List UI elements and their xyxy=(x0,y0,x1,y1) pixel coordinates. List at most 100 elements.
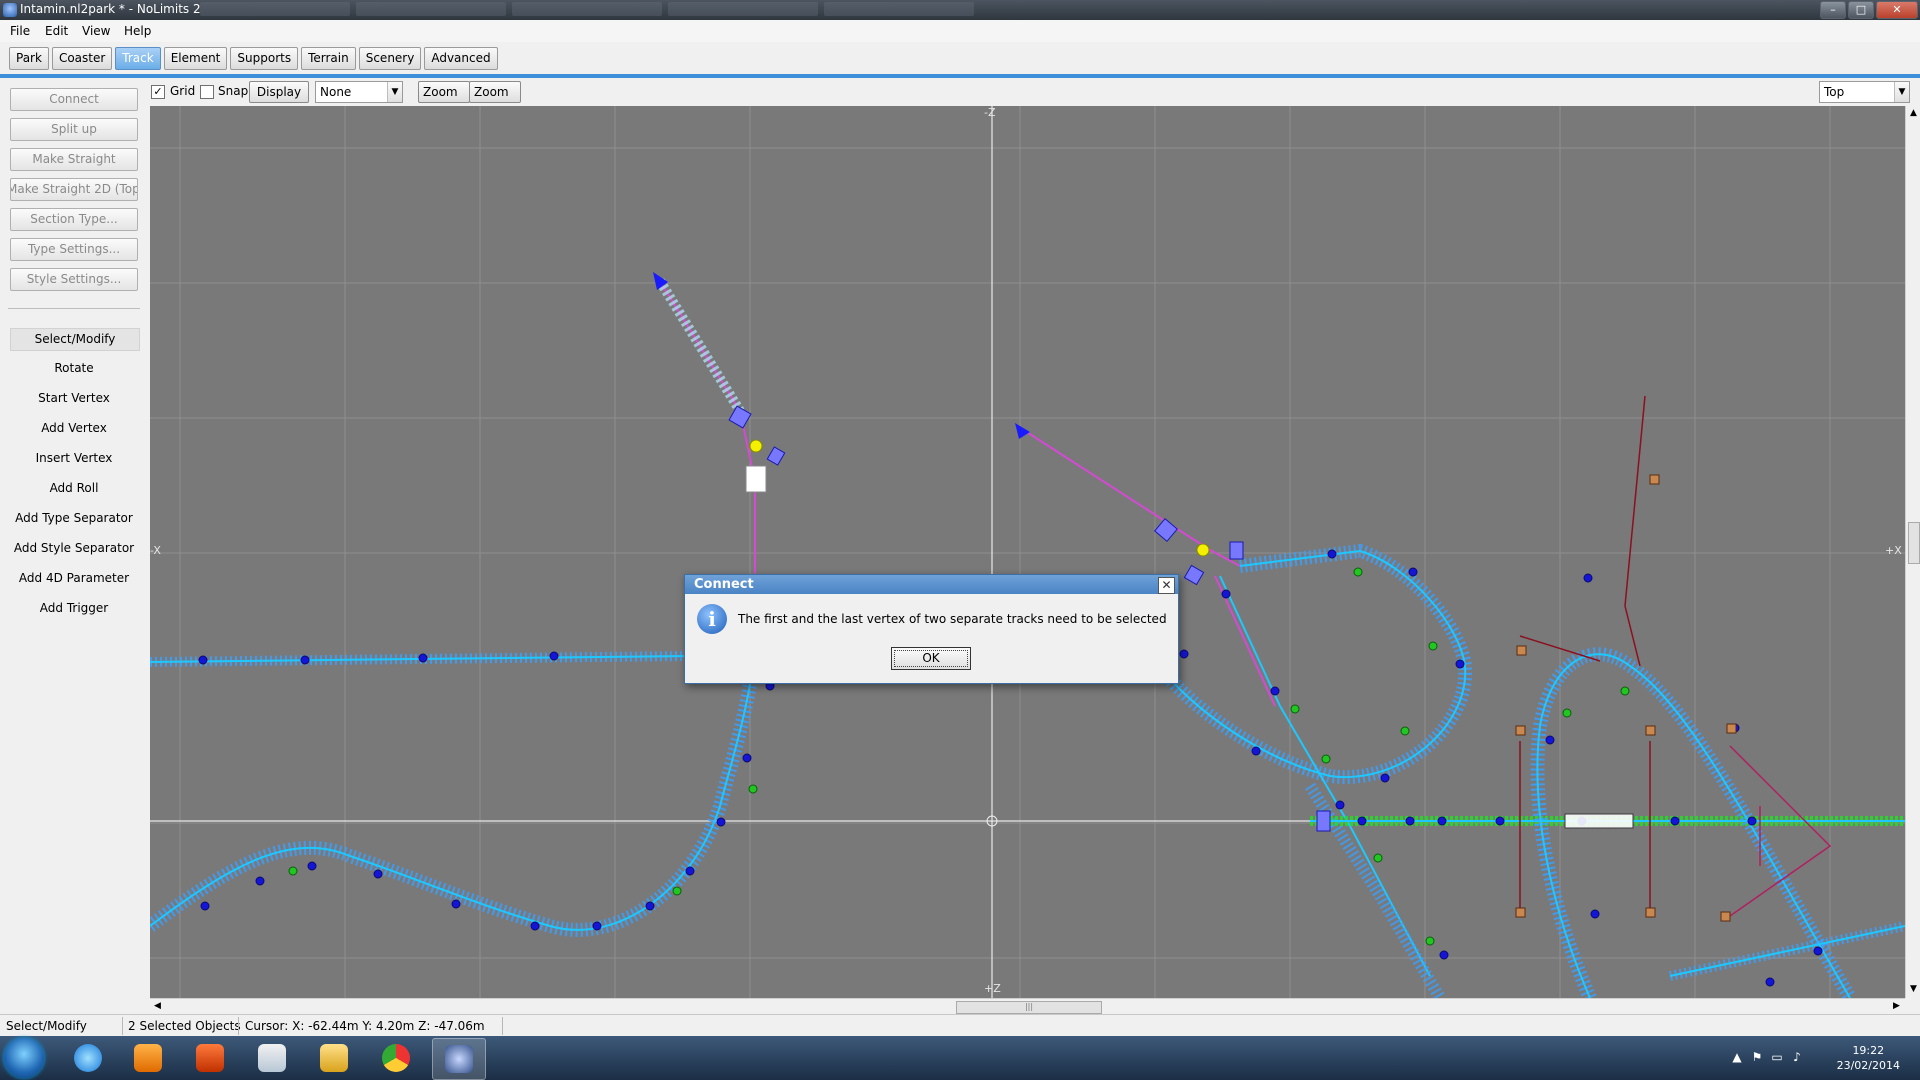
scroll-left-icon[interactable]: ◀ xyxy=(152,1001,163,1012)
style-settings-button[interactable]: Style Settings... xyxy=(10,268,138,291)
zoom-out-button[interactable]: Zoom - xyxy=(469,81,521,119)
tab-advanced[interactable]: Advanced xyxy=(424,47,498,70)
info-icon: i xyxy=(697,604,727,634)
track-segment-c[interactable] xyxy=(1310,395,1905,998)
vertical-scrollbar[interactable]: ▲ ▼ xyxy=(1905,106,1920,998)
menu-help[interactable]: Help xyxy=(124,24,151,38)
scroll-right-icon[interactable]: ▶ xyxy=(1891,1001,1902,1012)
scroll-thumb[interactable]: ||| xyxy=(956,1001,1102,1014)
filter-dropdown[interactable]: None ▼ xyxy=(315,81,403,103)
tool-add-vertex[interactable]: Add Vertex xyxy=(10,418,138,439)
zoom-in-button[interactable]: Zoom + xyxy=(418,81,470,119)
dialog-title: Connect xyxy=(694,577,754,592)
grid-label: Grid xyxy=(170,84,196,98)
tool-add-style-separator[interactable]: Add Style Separator xyxy=(10,538,138,559)
axis-label-left: -X xyxy=(150,544,161,557)
tool-add-trigger[interactable]: Add Trigger xyxy=(10,598,138,619)
scroll-down-icon[interactable]: ▼ xyxy=(1908,984,1919,995)
selected-vertex[interactable] xyxy=(749,439,763,453)
window-title: Intamin.nl2park * - NoLimits 2 xyxy=(20,2,201,16)
explorer-icon[interactable] xyxy=(308,1038,360,1078)
menu-file[interactable]: File xyxy=(10,24,30,38)
divider xyxy=(502,1017,503,1035)
tool-start-vertex[interactable]: Start Vertex xyxy=(10,388,138,409)
make-straight-button[interactable]: Make Straight xyxy=(10,148,138,171)
close-window-button[interactable]: ✕ xyxy=(1876,1,1918,19)
train-car xyxy=(745,465,767,493)
tab-supports[interactable]: Supports xyxy=(230,47,299,70)
tool-add-roll[interactable]: Add Roll xyxy=(10,478,138,499)
view-orientation-dropdown[interactable]: Top ▼ xyxy=(1819,81,1910,103)
track-segment-a[interactable] xyxy=(150,278,762,937)
minimize-button[interactable]: – xyxy=(1820,1,1846,19)
view-value: Top xyxy=(1824,85,1845,99)
section-handle[interactable] xyxy=(728,405,752,429)
split-up-button[interactable]: Split up xyxy=(10,118,138,141)
axis-lines xyxy=(150,106,1905,998)
dialog-message: The first and the last vertex of two sep… xyxy=(738,612,1167,626)
status-mode: Select/Modify xyxy=(6,1019,87,1033)
track-segment-b[interactable] xyxy=(1021,428,1473,998)
axis-label-top: -Z xyxy=(984,106,996,119)
section-type-button[interactable]: Section Type... xyxy=(10,208,138,231)
section-handle[interactable] xyxy=(1229,541,1244,560)
section-handle[interactable] xyxy=(1316,810,1331,832)
chevron-down-icon: ▼ xyxy=(387,82,402,102)
documents-icon[interactable] xyxy=(246,1038,298,1078)
start-button[interactable] xyxy=(4,1038,44,1078)
tab-coaster[interactable]: Coaster xyxy=(51,47,113,70)
snap-label: Snap xyxy=(218,84,249,98)
dialog-titlebar[interactable]: Connect ✕ xyxy=(685,575,1178,594)
section-handle[interactable] xyxy=(1154,518,1178,542)
tab-track[interactable]: Track xyxy=(115,47,161,70)
menu-edit[interactable]: Edit xyxy=(45,24,68,38)
horizontal-scrollbar[interactable]: ◀ ||| ▶ xyxy=(150,998,1905,1014)
grid-lines xyxy=(150,106,1905,998)
office-icon[interactable] xyxy=(184,1038,236,1078)
divider xyxy=(238,1017,239,1035)
menu-bar: File Edit View Help xyxy=(0,20,1920,43)
display-button[interactable]: Display xyxy=(249,81,309,103)
scroll-thumb[interactable] xyxy=(1908,522,1920,564)
menu-view[interactable]: View xyxy=(82,24,110,38)
clock[interactable]: 19:22 23/02/2014 xyxy=(1837,1043,1900,1073)
scroll-up-icon[interactable]: ▲ xyxy=(1908,108,1919,119)
snap-checkbox[interactable] xyxy=(200,85,214,99)
show-hidden-icon[interactable]: ▲ xyxy=(1730,1050,1744,1064)
chrome-icon[interactable] xyxy=(370,1038,422,1078)
track-end-arrow[interactable] xyxy=(1015,423,1030,439)
track-canvas[interactable] xyxy=(150,106,1905,998)
maximize-button[interactable]: □ xyxy=(1848,1,1874,19)
section-handle[interactable] xyxy=(1183,564,1205,586)
tool-insert-vertex[interactable]: Insert Vertex xyxy=(10,448,138,469)
grid-checkbox[interactable]: ✓ xyxy=(151,85,165,99)
action-center-icon[interactable]: ⚑ xyxy=(1750,1050,1764,1064)
taskbar: ▲ ⚑ ▭ ♪ 19:22 23/02/2014 xyxy=(0,1036,1920,1080)
volume-icon[interactable]: ♪ xyxy=(1790,1050,1804,1064)
section-handle[interactable] xyxy=(766,446,786,466)
nolimits-icon[interactable] xyxy=(432,1038,486,1080)
media-player-icon[interactable] xyxy=(122,1038,174,1078)
tab-element[interactable]: Element xyxy=(163,47,228,70)
network-icon[interactable]: ▭ xyxy=(1770,1050,1784,1064)
make-straight-2d-button[interactable]: Make Straight 2D (Top) xyxy=(10,178,138,201)
axis-label-right: +X xyxy=(1885,544,1902,557)
selected-vertex[interactable] xyxy=(1196,543,1210,557)
internet-explorer-icon[interactable] xyxy=(62,1038,114,1078)
track-viewport[interactable]: -Z +Z -X +X xyxy=(150,106,1905,998)
type-settings-button[interactable]: Type Settings... xyxy=(10,238,138,261)
clock-time: 19:22 xyxy=(1852,1044,1885,1057)
tab-scenery[interactable]: Scenery xyxy=(358,47,422,70)
connect-button[interactable]: Connect xyxy=(10,88,138,111)
tab-bar: Park Coaster Track Element Supports Terr… xyxy=(0,42,1920,78)
tool-select-modify[interactable]: Select/Modify xyxy=(10,328,140,351)
tool-rotate[interactable]: Rotate xyxy=(10,358,138,379)
close-icon[interactable]: ✕ xyxy=(1158,577,1175,594)
connect-dialog: Connect ✕ i The first and the last verte… xyxy=(684,574,1179,684)
tab-park[interactable]: Park xyxy=(9,47,49,70)
ok-button[interactable]: OK xyxy=(891,647,971,670)
tool-add-4d-parameter[interactable]: Add 4D Parameter xyxy=(10,568,138,589)
tab-terrain[interactable]: Terrain xyxy=(301,47,356,70)
divider xyxy=(8,308,140,309)
tool-add-type-separator[interactable]: Add Type Separator xyxy=(10,508,138,529)
